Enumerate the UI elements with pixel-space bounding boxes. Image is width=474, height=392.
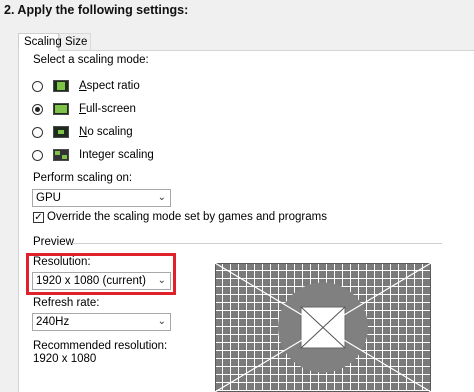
radio-label: Aspect ratio bbox=[79, 80, 140, 92]
chevron-down-icon: ⌄ bbox=[157, 316, 166, 327]
radio-button[interactable] bbox=[32, 80, 43, 92]
full-screen-icon bbox=[53, 103, 69, 115]
no-scaling-icon bbox=[53, 126, 69, 138]
resolution-dropdown[interactable]: 1920 x 1080 (current) ⌄ bbox=[32, 272, 171, 290]
preview-label: Preview bbox=[33, 236, 74, 248]
refresh-rate-label: Refresh rate: bbox=[33, 297, 100, 309]
integer-scaling-icon bbox=[53, 149, 69, 161]
radio-label: No scaling bbox=[79, 126, 133, 138]
radio-label-rest: spect ratio bbox=[86, 80, 140, 92]
radio-button[interactable] bbox=[32, 126, 43, 138]
override-checkbox[interactable]: ✓ bbox=[33, 212, 44, 223]
aspect-ratio-icon bbox=[53, 80, 69, 92]
recommended-resolution-value: 1920 x 1080 bbox=[33, 353, 97, 365]
tab-scaling[interactable]: Scaling bbox=[18, 33, 62, 51]
resolution-label: Resolution: bbox=[33, 256, 91, 268]
radio-label: Full-screen bbox=[79, 103, 136, 115]
preview-test-pattern bbox=[215, 263, 431, 392]
scaling-mode-label: Select a scaling mode: bbox=[33, 54, 149, 66]
accel-key: A bbox=[79, 80, 87, 92]
resolution-value: 1920 x 1080 (current) bbox=[36, 275, 146, 287]
section-title: 2. Apply the following settings: bbox=[4, 3, 189, 17]
radio-aspect-ratio[interactable]: Aspect ratio bbox=[32, 77, 140, 95]
perform-scaling-label: Perform scaling on: bbox=[33, 172, 133, 184]
tab-size[interactable]: Size bbox=[59, 33, 91, 50]
refresh-rate-dropdown[interactable]: 240Hz ⌄ bbox=[32, 313, 171, 331]
radio-integer-scaling[interactable]: Integer scaling bbox=[32, 146, 154, 164]
chevron-down-icon: ⌄ bbox=[157, 192, 166, 203]
perform-scaling-dropdown[interactable]: GPU ⌄ bbox=[32, 189, 171, 207]
chevron-down-icon: ⌄ bbox=[157, 275, 166, 286]
radio-label: Integer scaling bbox=[79, 149, 154, 161]
refresh-rate-value: 240Hz bbox=[36, 316, 70, 328]
radio-label-rest: ull-screen bbox=[86, 103, 136, 115]
radio-no-scaling[interactable]: No scaling bbox=[32, 123, 133, 141]
recommended-resolution-label: Recommended resolution: bbox=[33, 340, 168, 352]
perform-scaling-value: GPU bbox=[36, 192, 61, 204]
radio-full-screen[interactable]: Full-screen bbox=[32, 100, 136, 118]
accel-key: F bbox=[79, 103, 87, 115]
override-label: Override the scaling mode set by games a… bbox=[47, 211, 327, 223]
radio-button[interactable] bbox=[32, 149, 43, 161]
preview-divider bbox=[72, 243, 442, 244]
radio-button[interactable] bbox=[32, 103, 43, 115]
radio-label-rest: o scaling bbox=[87, 126, 133, 138]
